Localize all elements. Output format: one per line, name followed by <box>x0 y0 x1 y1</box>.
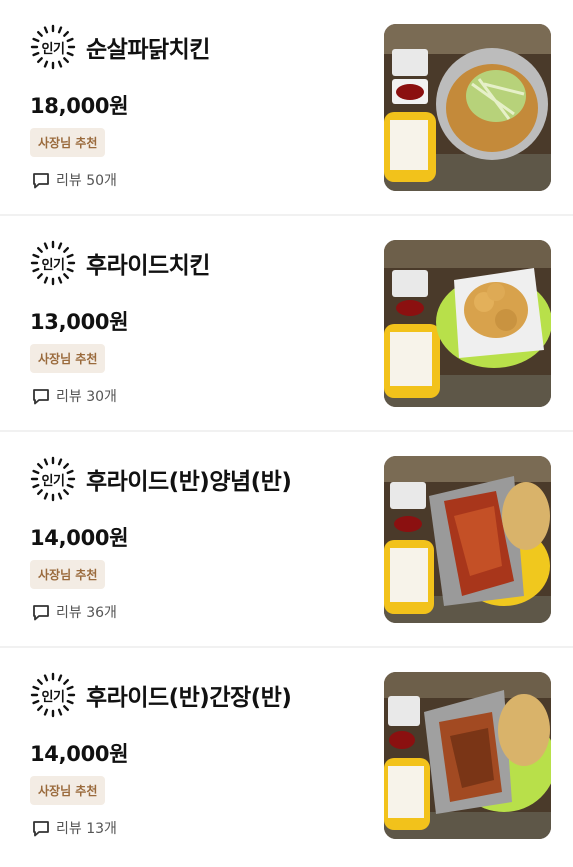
popular-label: 인기 <box>41 689 65 705</box>
review-label: 리뷰 13개 <box>56 821 117 837</box>
menu-item-1[interactable]: 인기 순살파닭치킨 18,000원 사장님 추천 리뷰 50개 <box>0 0 573 216</box>
title-row: 인기 후라이드(반)양념(반) <box>30 456 292 502</box>
title-row: 인기 후라이드치킨 <box>30 240 210 286</box>
menu-item-3[interactable]: 인기 후라이드(반)양념(반) 14,000원 사장님 추천 리뷰 36개 <box>0 432 573 648</box>
speech-bubble-icon <box>33 820 49 836</box>
menu-name: 후라이드(반)간장(반) <box>86 685 292 711</box>
popular-badge: 인기 <box>30 240 76 286</box>
popular-badge: 인기 <box>30 456 76 502</box>
review-label: 리뷰 50개 <box>56 173 117 189</box>
menu-photo <box>384 240 551 407</box>
owner-recommend-badge: 사장님 추천 <box>30 344 106 373</box>
speech-bubble-icon <box>33 388 49 404</box>
menu-item-4[interactable]: 인기 후라이드(반)간장(반) 14,000원 사장님 추천 리뷰 13개 <box>0 648 573 867</box>
review-count: 리뷰 50개 <box>32 170 117 190</box>
popular-label: 인기 <box>41 257 65 273</box>
title-row: 인기 후라이드(반)간장(반) <box>30 672 292 718</box>
review-count: 리뷰 36개 <box>32 602 117 622</box>
menu-list: 인기 순살파닭치킨 18,000원 사장님 추천 리뷰 50개 인기 후라이드치… <box>0 0 573 867</box>
title-row: 인기 순살파닭치킨 <box>30 24 210 70</box>
menu-item-2[interactable]: 인기 후라이드치킨 13,000원 사장님 추천 리뷰 30개 <box>0 216 573 432</box>
menu-name: 후라이드(반)양념(반) <box>86 469 292 495</box>
speech-bubble-icon <box>33 172 49 188</box>
popular-badge: 인기 <box>30 672 76 718</box>
menu-price: 18,000원 <box>30 94 129 118</box>
menu-name: 후라이드치킨 <box>86 253 210 279</box>
menu-name: 순살파닭치킨 <box>86 37 210 63</box>
popular-label: 인기 <box>41 41 65 57</box>
menu-price: 13,000원 <box>30 310 129 334</box>
menu-price: 14,000원 <box>30 526 129 550</box>
owner-recommend-badge: 사장님 추천 <box>30 776 106 805</box>
popular-label: 인기 <box>41 473 65 489</box>
owner-recommend-badge: 사장님 추천 <box>30 560 106 589</box>
menu-photo <box>384 24 551 191</box>
review-label: 리뷰 30개 <box>56 389 117 405</box>
speech-bubble-icon <box>33 604 49 620</box>
menu-price: 14,000원 <box>30 742 129 766</box>
owner-recommend-badge: 사장님 추천 <box>30 128 106 157</box>
review-label: 리뷰 36개 <box>56 605 117 621</box>
review-count: 리뷰 13개 <box>32 818 117 838</box>
menu-photo <box>384 672 551 839</box>
review-count: 리뷰 30개 <box>32 386 117 406</box>
popular-badge: 인기 <box>30 24 76 70</box>
menu-photo <box>384 456 551 623</box>
